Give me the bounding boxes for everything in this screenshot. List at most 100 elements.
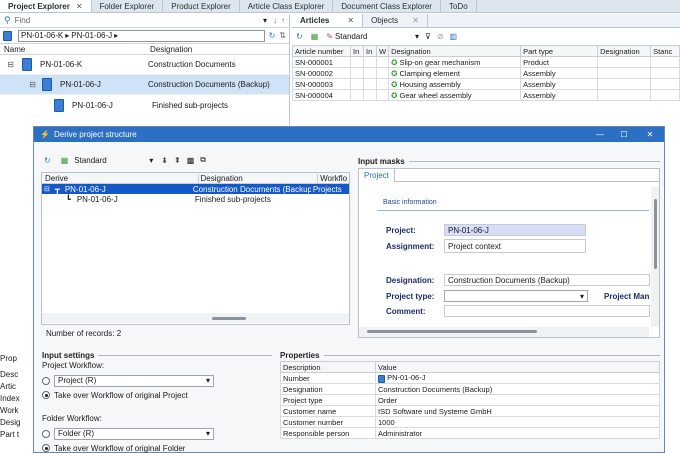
column-header[interactable]: Workflo: [317, 173, 349, 183]
column-header[interactable]: Value: [375, 361, 660, 373]
tree-row[interactable]: ┗ PN-01-06-J Finished sub-projects: [42, 194, 349, 205]
project-takeover-radio[interactable]: [42, 391, 50, 399]
table-icon[interactable]: ▦: [61, 156, 69, 165]
property-row[interactable]: Number PN-01-06-J: [280, 372, 660, 384]
column-header[interactable]: Description: [280, 361, 376, 373]
tree-row[interactable]: ⊟ PN-01-06-K Construction Documents: [0, 55, 289, 75]
folder-option-radio[interactable]: [42, 429, 50, 438]
cell-part-type: Assembly: [520, 78, 599, 90]
refresh-icon[interactable]: ↻: [296, 32, 303, 41]
horizontal-scrollbar[interactable]: [42, 313, 349, 323]
dropdown-icon[interactable]: ▾: [149, 156, 153, 165]
project-field[interactable]: PN-01-06-J: [444, 224, 586, 236]
status-icon: ✪: [391, 79, 398, 89]
table-row[interactable]: SN-000003 ✪ Housing assembly Assembly: [292, 78, 680, 90]
property-row[interactable]: Customer number 1000: [280, 416, 660, 428]
breadcrumb[interactable]: PN-01-06-K ▸ PN-01-06-J ▸: [18, 29, 265, 42]
tab-project[interactable]: Project: [359, 168, 395, 182]
sort-desc-icon[interactable]: ↓: [273, 16, 277, 25]
column-header[interactable]: In: [363, 45, 377, 57]
property-name: Customer number: [280, 416, 376, 428]
tab-articles[interactable]: Articles ✕: [292, 14, 364, 27]
tree-row-selected[interactable]: ⊟ ┳ PN-01-06-J Construction Documents (B…: [42, 184, 349, 194]
designation-field[interactable]: Construction Documents (Backup): [444, 274, 650, 286]
tab-folder-explorer[interactable]: Folder Explorer: [92, 0, 164, 12]
project-option-radio[interactable]: [42, 376, 50, 385]
property-row[interactable]: Responsible person Administrator: [280, 427, 660, 439]
column-header-name[interactable]: Name: [0, 45, 148, 54]
collapse-icon[interactable]: ⊟: [42, 185, 52, 193]
column-header[interactable]: In: [350, 45, 364, 57]
vertical-scrollbar[interactable]: [651, 187, 659, 327]
project-workflow-select[interactable]: Project (R) ▾: [54, 374, 214, 387]
column-header[interactable]: Article number: [292, 45, 351, 57]
filter-icon[interactable]: ⊽: [425, 32, 431, 41]
scrollbar-thumb[interactable]: [367, 330, 537, 333]
tab-article-class-explorer[interactable]: Article Class Explorer: [240, 0, 334, 12]
tab-objects[interactable]: Objects ✕: [363, 14, 428, 27]
view-select[interactable]: Standard: [74, 156, 149, 165]
collapse-icon[interactable]: ⊟: [0, 60, 14, 69]
maximize-icon[interactable]: ☐: [612, 130, 636, 139]
column-header[interactable]: Designation: [597, 45, 652, 57]
designation-text: Housing assembly: [399, 79, 461, 89]
column-header[interactable]: Derive: [42, 174, 198, 183]
breadcrumb-item[interactable]: PN-01-06-K: [21, 31, 63, 40]
grid-icon[interactable]: ▩: [187, 156, 195, 165]
tree-row-designation: Construction Documents (Backup): [148, 80, 270, 89]
close-icon[interactable]: ✕: [636, 130, 664, 139]
collapse-icon[interactable]: ⊟: [0, 80, 36, 89]
column-header[interactable]: Part type: [520, 45, 599, 57]
tab-project-explorer[interactable]: Project Explorer ✕: [0, 0, 92, 12]
article-toolbar: ↻ ▦ ✎ Standard ▾ ⊽ ⊘ ▥: [292, 28, 680, 45]
edit-icon[interactable]: ✎: [326, 32, 333, 41]
copy-icon[interactable]: ⧉: [200, 155, 206, 165]
close-icon[interactable]: ✕: [76, 2, 83, 11]
tab-document-class-explorer[interactable]: Document Class Explorer: [333, 0, 441, 12]
assignment-field[interactable]: Project context: [444, 239, 586, 253]
column-header[interactable]: Stanc: [650, 45, 680, 57]
project-takeover-label[interactable]: Take over Workflow of original Project: [54, 391, 188, 400]
clear-filter-icon[interactable]: ⊘: [437, 32, 444, 41]
tab-todo[interactable]: ToDo: [441, 0, 477, 12]
refresh-icon[interactable]: ↻: [269, 31, 276, 40]
column-header[interactable]: Designation: [197, 173, 318, 183]
columns-icon[interactable]: ▥: [450, 32, 458, 41]
close-icon[interactable]: ✕: [412, 16, 419, 25]
tab-label: Objects: [371, 16, 399, 25]
comment-field[interactable]: [444, 305, 650, 317]
property-row[interactable]: Project type Order: [280, 394, 660, 406]
view-select[interactable]: Standard: [335, 32, 415, 41]
tree-row-selected[interactable]: ⊟ PN-01-06-J Construction Documents (Bac…: [0, 75, 289, 95]
column-header[interactable]: W: [375, 45, 390, 57]
column-header-designation[interactable]: Designation: [148, 45, 194, 54]
tab-product-explorer[interactable]: Product Explorer: [163, 0, 240, 12]
dialog-title: Derive project structure: [53, 130, 137, 139]
expand-icon[interactable]: ⇟: [161, 156, 168, 165]
column-header[interactable]: Designation: [388, 45, 522, 57]
sort-asc-icon[interactable]: ↑: [281, 16, 285, 25]
tree-row[interactable]: PN-01-06-J Finished sub-projects: [0, 95, 289, 115]
refresh-icon[interactable]: ↻: [44, 156, 51, 165]
dropdown-icon[interactable]: ▾: [263, 16, 267, 25]
project-type-select[interactable]: ▾: [444, 290, 588, 302]
find-input[interactable]: Find: [15, 16, 263, 25]
dropdown-icon[interactable]: ▾: [415, 32, 419, 41]
table-icon[interactable]: ▦: [311, 32, 319, 41]
property-row[interactable]: Customer name ISD Software und Systeme G…: [280, 405, 660, 417]
table-row[interactable]: SN-000001 ✪ Slip-on gear mechanism Produ…: [292, 56, 680, 68]
breadcrumb-item[interactable]: PN-01-06-J: [71, 31, 112, 40]
scrollbar-thumb[interactable]: [653, 199, 657, 269]
folder-workflow-select[interactable]: Folder (R) ▾: [54, 427, 214, 440]
horizontal-scrollbar[interactable]: [359, 327, 649, 337]
scrollbar-thumb[interactable]: [212, 316, 246, 320]
collapse-all-icon[interactable]: ⇞: [174, 156, 181, 165]
close-icon[interactable]: ✕: [347, 16, 354, 25]
folder-takeover-label[interactable]: Take over Workflow of original Folder: [54, 444, 185, 453]
folder-takeover-radio[interactable]: [42, 444, 50, 452]
filter-icon[interactable]: ⇅: [279, 31, 286, 40]
minimize-icon[interactable]: —: [588, 130, 612, 139]
property-row[interactable]: Designation Construction Documents (Back…: [280, 383, 660, 395]
table-row[interactable]: SN-000004 ✪ Gear wheel assembly Assembly: [292, 89, 680, 101]
table-row[interactable]: SN-000002 ✪ Clamping element Assembly: [292, 67, 680, 79]
